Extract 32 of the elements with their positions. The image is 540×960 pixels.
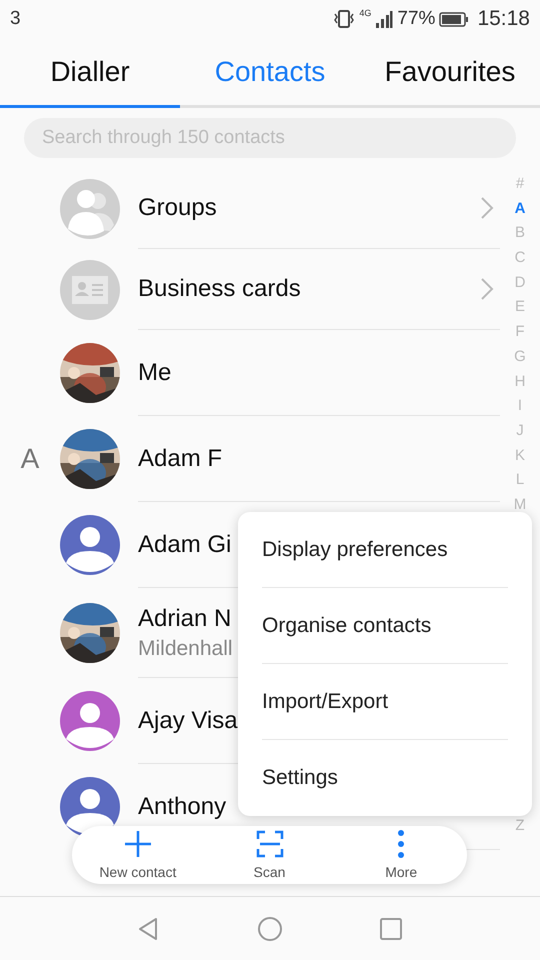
toolbar-button[interactable]: Scan xyxy=(204,826,336,884)
menu-item[interactable]: Display preferences xyxy=(262,512,508,588)
tab[interactable]: Contacts xyxy=(180,38,360,108)
contact-name[interactable]: Adam F xyxy=(138,444,500,472)
chevron-right-icon[interactable] xyxy=(480,196,494,220)
scan-icon xyxy=(256,830,284,858)
index-letter[interactable]: A xyxy=(514,196,526,222)
tab[interactable]: Dialler xyxy=(0,38,180,108)
section-letter: A xyxy=(20,443,40,474)
chevron-right-icon[interactable] xyxy=(480,277,494,301)
contact-location: Mildenhall xyxy=(138,636,234,660)
clock: 15:18 xyxy=(477,7,530,31)
toolbar-button[interactable]: New contact xyxy=(72,826,204,884)
plus-icon xyxy=(124,830,152,858)
contact-name[interactable]: Groups xyxy=(138,194,480,222)
network-label: 4G xyxy=(359,8,372,18)
contact-name[interactable]: Me xyxy=(138,358,500,386)
battery-percent: 77% xyxy=(397,8,436,30)
toolbar-button[interactable]: More xyxy=(335,826,468,884)
vibrate-icon xyxy=(333,9,356,29)
signal-icon xyxy=(375,9,394,29)
recents-icon[interactable] xyxy=(378,916,404,942)
carrier-label: 3 xyxy=(10,8,21,30)
contact-card-icon xyxy=(60,260,120,320)
home-icon[interactable] xyxy=(257,916,283,942)
more-icon xyxy=(398,830,404,858)
menu-item[interactable]: Organise contacts xyxy=(262,588,508,664)
menu-item[interactable]: Settings xyxy=(262,740,508,816)
tab[interactable]: Favourites xyxy=(360,38,540,108)
menu-item[interactable]: Import/Export xyxy=(262,664,508,740)
contact-name[interactable]: Business cards xyxy=(138,275,480,303)
people-icon xyxy=(60,178,120,238)
